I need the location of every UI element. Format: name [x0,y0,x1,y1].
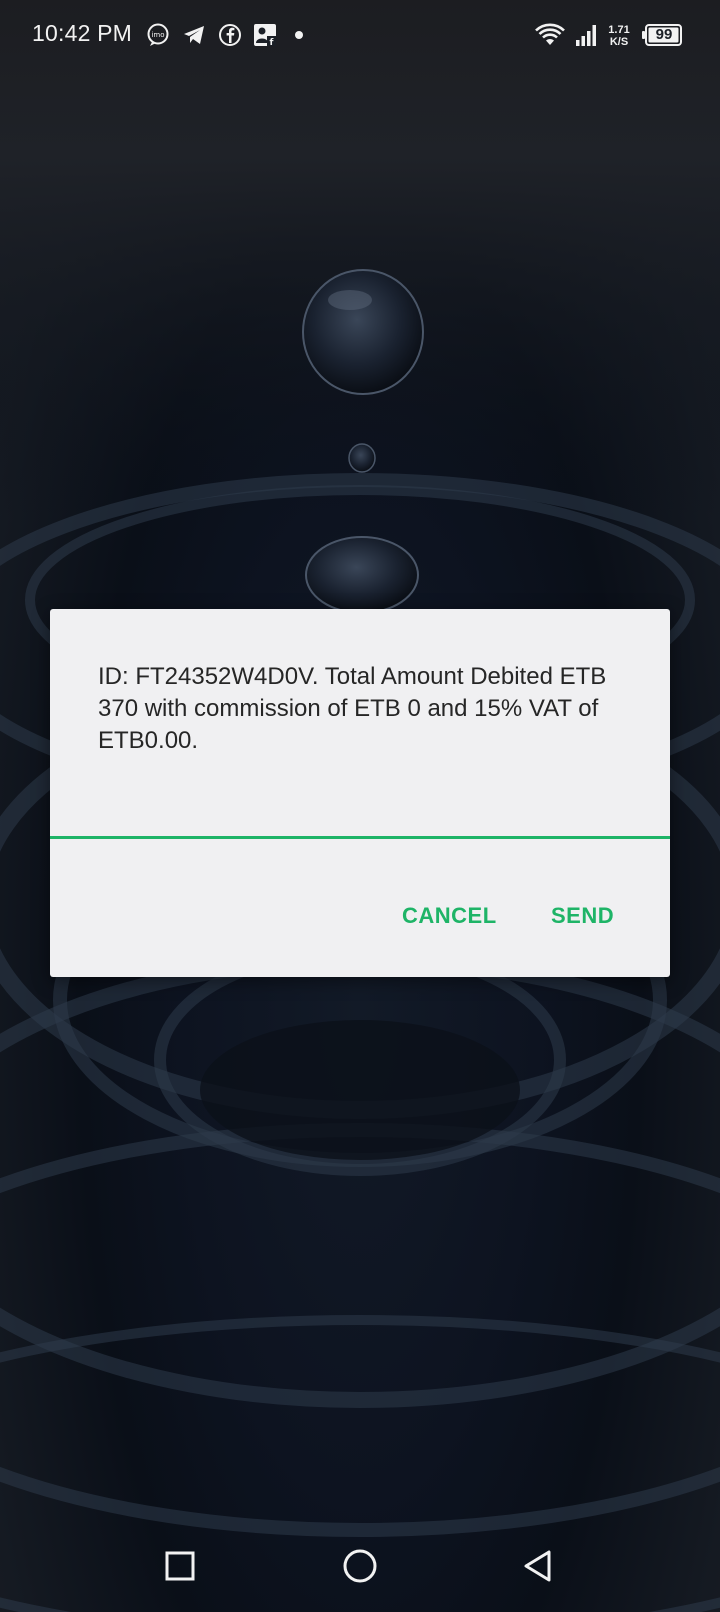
dialog-message: ID: FT24352W4D0V. Total Amount Debited E… [98,663,607,754]
signal-icon [576,25,596,46]
screen: 10:42 PM imo f 1.71 K/S 99 ID: FT24352W4… [0,0,720,1612]
input-underline [50,836,670,839]
navigation-bar [0,1520,720,1612]
imo-icon: imo [147,23,169,46]
home-circle-icon [343,1549,377,1583]
network-speed-value: 1.71 [608,24,630,36]
recents-square-icon [165,1551,195,1581]
svg-text:imo: imo [151,31,164,39]
facebook-page-icon: f [254,24,276,48]
transaction-dialog: ID: FT24352W4D0V. Total Amount Debited E… [50,609,670,977]
facebook-icon [219,24,241,46]
wifi-icon [535,23,565,45]
status-time: 10:42 PM [32,20,133,46]
status-bar: 10:42 PM imo f 1.71 K/S 99 [0,0,720,72]
cancel-button[interactable]: CANCEL [402,903,497,929]
network-speed-unit: K/S [609,36,629,48]
home-button[interactable] [336,1542,384,1590]
dot-icon [295,31,303,39]
svg-text:f: f [270,38,274,48]
back-triangle-icon [524,1550,551,1582]
back-button[interactable] [514,1542,562,1590]
telegram-icon [184,26,204,44]
send-button[interactable]: SEND [551,903,614,929]
battery-level: 99 [655,26,673,43]
recents-button[interactable] [156,1542,204,1590]
network-speed: 1.71 K/S [604,24,634,48]
